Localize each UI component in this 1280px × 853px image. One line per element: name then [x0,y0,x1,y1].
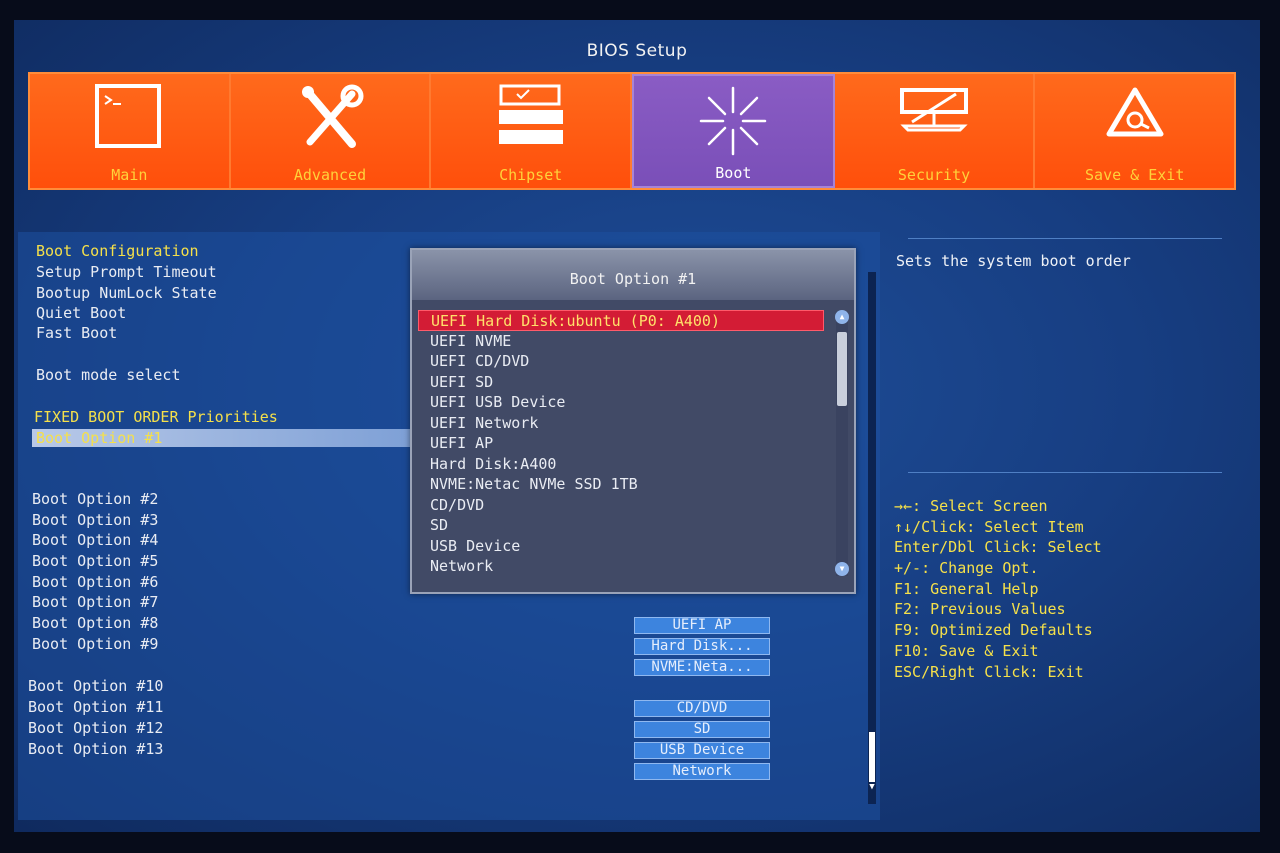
popup-option[interactable]: UEFI AP [418,433,824,454]
bios-screen: BIOS Setup Main Advanced Chipset Boot Se… [14,20,1260,832]
tab-label-boot: Boot [715,164,752,182]
value-boot-option-12[interactable]: USB Device [634,742,770,759]
chipset-icon [498,84,563,144]
menu-quiet-boot[interactable]: Quiet Boot [36,304,126,322]
menu-boot-option-1[interactable]: Boot Option #1 [32,429,412,447]
key-hint: ↑↓/Click: Select Item [894,517,1084,536]
menu-boot-option-5[interactable]: Boot Option #5 [32,552,158,570]
menu-boot-option-13[interactable]: Boot Option #13 [28,740,163,758]
value-boot-option-13[interactable]: Network [634,763,770,780]
popup-option[interactable]: SD [418,515,824,536]
menu-fixed-boot-order: FIXED BOOT ORDER Priorities [34,408,278,426]
popup-option[interactable]: Network [418,556,824,577]
help-panel: Sets the system boot order →←: Select Sc… [892,232,1226,820]
tab-label-main: Main [111,166,148,184]
key-hint: +/-: Change Opt. [894,559,1039,578]
tab-bar: Main Advanced Chipset Boot Security Save… [28,72,1236,190]
tab-advanced[interactable]: Advanced [230,74,432,188]
key-hint: F10: Save & Exit [894,641,1039,660]
main-scroll-thumb[interactable] [869,732,875,782]
value-boot-option-8[interactable]: Hard Disk... [634,638,770,655]
key-hint: ESC/Right Click: Exit [894,662,1084,681]
boot-option-popup: Boot Option #1 UEFI Hard Disk:ubuntu (P0… [410,248,856,594]
key-hint: Enter/Dbl Click: Select [894,538,1102,557]
menu-fast-boot[interactable]: Fast Boot [36,324,117,342]
tab-main[interactable]: Main [30,74,231,188]
key-hint: →←: Select Screen [894,497,1048,515]
key-hint: F9: Optimized Defaults [894,621,1093,640]
menu-boot-option-2[interactable]: Boot Option #2 [32,490,158,508]
value-boot-option-9[interactable]: NVME:Neta... [634,659,770,676]
tab-label-advanced: Advanced [293,166,367,184]
tools-icon [302,84,364,148]
boot-icon [700,86,767,156]
menu-boot-option-10[interactable]: Boot Option #10 [28,677,163,695]
value-boot-option-10[interactable]: CD/DVD [634,700,770,717]
tab-label-save-exit: Save & Exit [1085,166,1185,184]
menu-boot-mode-select[interactable]: Boot mode select [36,366,181,384]
menu-boot-option-4[interactable]: Boot Option #4 [32,531,158,549]
popup-option-selected[interactable]: UEFI Hard Disk:ubuntu (P0: A400) [418,310,824,331]
key-legend: →←: Select Screen ↑↓/Click: Select Item … [894,496,1102,682]
popup-option[interactable]: UEFI SD [418,372,824,393]
popup-option[interactable]: NVME:Netac NVMe SSD 1TB [418,474,824,495]
main-scrollbar[interactable] [868,272,876,804]
tab-label-chipset: Chipset [499,166,563,184]
menu-boot-option-6[interactable]: Boot Option #6 [32,573,158,591]
menu-boot-option-12[interactable]: Boot Option #12 [28,719,163,737]
popup-option[interactable]: UEFI CD/DVD [418,351,824,372]
popup-option[interactable]: UEFI NVME [418,331,824,352]
value-boot-option-11[interactable]: SD [634,721,770,738]
security-icon [900,88,969,132]
popup-option[interactable]: CD/DVD [418,495,824,516]
help-divider-top [908,238,1222,239]
popup-header: Boot Option #1 [412,250,854,300]
help-description: Sets the system boot order [896,252,1131,270]
key-hint: F2: Previous Values [894,600,1066,619]
menu-boot-option-3[interactable]: Boot Option #3 [32,511,158,529]
popup-scroll-up-icon[interactable]: ▲ [835,310,849,324]
popup-title: Boot Option #1 [569,270,697,288]
menu-boot-option-7[interactable]: Boot Option #7 [32,593,158,611]
popup-option[interactable]: UEFI Network [418,413,824,434]
bios-title: BIOS Setup [586,41,688,61]
tab-chipset[interactable]: Chipset [431,74,633,188]
popup-scroll-thumb[interactable] [837,332,847,406]
popup-option[interactable]: USB Device [418,536,824,557]
menu-boot-configuration: Boot Configuration [36,242,199,260]
tab-save-exit[interactable]: Save & Exit [1035,74,1235,188]
menu-bootup-numlock-state[interactable]: Bootup NumLock State [36,284,217,302]
menu-boot-option-9[interactable]: Boot Option #9 [32,635,158,653]
menu-setup-prompt-timeout[interactable]: Setup Prompt Timeout [36,263,217,281]
tab-security[interactable]: Security [834,74,1036,188]
terminal-icon [95,84,162,148]
tab-label-security: Security [897,166,971,184]
key-hint: F1: General Help [894,579,1039,598]
save-exit-icon [1106,87,1164,137]
help-divider-bottom [908,472,1222,473]
popup-option-list: UEFI Hard Disk:ubuntu (P0: A400) UEFI NV… [418,310,824,577]
popup-option[interactable]: Hard Disk:A400 [418,454,824,475]
value-boot-option-7[interactable]: UEFI AP [634,617,770,634]
menu-boot-option-11[interactable]: Boot Option #11 [28,698,163,716]
tab-boot[interactable]: Boot [632,74,835,188]
main-scroll-down-icon[interactable]: ▼ [867,782,877,792]
popup-scroll-down-icon[interactable]: ▼ [835,562,849,576]
popup-option[interactable]: UEFI USB Device [418,392,824,413]
menu-boot-option-8[interactable]: Boot Option #8 [32,614,158,632]
